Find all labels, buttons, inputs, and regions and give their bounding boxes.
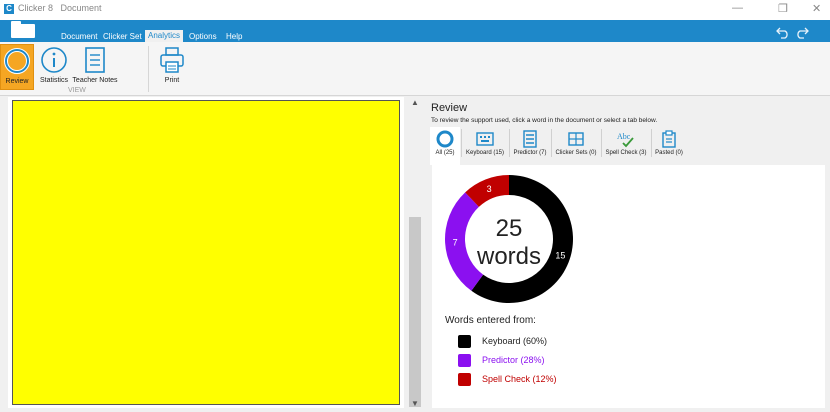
teacher-notes-button-label: Teacher Notes — [72, 77, 118, 84]
keyboard-icon — [475, 130, 495, 148]
review-tab-keyboard[interactable]: Keyboard (15) — [462, 127, 508, 165]
review-tab-spell-check-label: Spell Check (3) — [605, 150, 647, 156]
teacher-notes-button[interactable]: Teacher Notes — [72, 44, 118, 90]
review-tab-clicker-sets[interactable]: Clicker Sets (0) — [552, 127, 600, 165]
legend-swatch — [458, 335, 471, 348]
document-name: Document — [60, 3, 102, 13]
tab-help[interactable]: Help — [223, 31, 245, 42]
donut-icon — [435, 130, 455, 148]
review-title: Review — [431, 102, 468, 114]
review-description: To review the support used, click a word… — [431, 117, 658, 124]
spell-check-icon: Abc — [616, 130, 636, 148]
document-pane — [8, 97, 404, 408]
review-button-label: Review — [5, 78, 29, 85]
ribbon-tab-bar: Document Clicker Set Analytics Options H… — [0, 20, 830, 42]
review-content: 15 7 3 25 words Words entered from: Keyboa… — [432, 165, 825, 408]
printer-icon — [157, 45, 187, 75]
legend-label: Keyboard (60%) — [482, 336, 548, 346]
tab-document[interactable]: Document — [58, 31, 100, 42]
title-bar: C Clicker 8 Document — ❐ ✕ — [0, 0, 830, 20]
entered-from-label: Words entered from: — [445, 315, 536, 326]
undo-redo-icon[interactable] — [776, 23, 810, 39]
legend-label: Spell Check (12%) — [482, 374, 557, 384]
review-icon — [2, 46, 32, 76]
ribbon-separator — [148, 46, 149, 92]
undo-redo-group — [776, 23, 810, 42]
svg-text:Abc: Abc — [617, 132, 631, 141]
folder-icon — [11, 21, 35, 38]
app-name: Clicker 8 — [18, 3, 54, 13]
ribbon: Review Statistics Teacher Notes VIEW Pri… — [0, 42, 830, 96]
app-logo-icon: C — [4, 4, 14, 14]
statistics-button-label: Statistics — [39, 77, 68, 84]
review-tab-keyboard-label: Keyboard (15) — [465, 150, 505, 156]
close-icon[interactable]: ✕ — [812, 2, 821, 15]
legend-swatch — [458, 354, 471, 367]
restore-icon[interactable]: ❐ — [778, 2, 788, 15]
legend-label: Predictor (28%) — [482, 355, 545, 365]
review-tab-spell-check[interactable]: Abc Spell Check (3) — [602, 127, 650, 165]
total-words-unit: words — [476, 243, 541, 270]
review-button[interactable]: Review — [0, 44, 34, 90]
donut-segment-value: 3 — [487, 184, 492, 194]
review-tab-clicker-sets-label: Clicker Sets (0) — [555, 150, 597, 156]
review-tab-pasted[interactable]: Pasted (0) — [652, 127, 686, 165]
scroll-down-icon[interactable]: ▼ — [408, 398, 422, 410]
review-tab-predictor-label: Predictor (7) — [513, 150, 547, 156]
notes-icon — [80, 45, 110, 75]
donut-segment-value: 7 — [453, 237, 458, 247]
tab-analytics[interactable]: Analytics — [145, 30, 184, 42]
clicker-sets-icon — [566, 130, 586, 148]
window-title: Clicker 8 Document — [18, 3, 102, 13]
donut-segment-value: 15 — [555, 251, 565, 261]
view-group-label: VIEW — [68, 87, 86, 94]
document-page[interactable] — [12, 100, 400, 405]
file-menu-button[interactable] — [0, 20, 50, 42]
review-tab-pasted-label: Pasted (0) — [655, 150, 683, 156]
review-tab-all[interactable]: All (25) — [430, 127, 460, 165]
legend-swatch — [458, 373, 471, 386]
review-tab-predictor[interactable]: Predictor (7) — [510, 127, 550, 165]
tab-clicker-set[interactable]: Clicker Set — [100, 31, 145, 42]
info-icon — [39, 45, 69, 75]
print-button[interactable]: Print — [155, 44, 189, 90]
clipboard-icon — [659, 130, 679, 148]
tab-options[interactable]: Options — [186, 31, 220, 42]
print-button-label: Print — [164, 77, 180, 84]
document-scrollbar[interactable]: ▲ ▼ — [408, 97, 422, 412]
scroll-thumb[interactable] — [409, 217, 421, 407]
scroll-up-icon[interactable]: ▲ — [408, 97, 422, 109]
words-donut-chart: 15 7 3 25 words — [445, 175, 573, 303]
total-words-number: 25 — [496, 215, 523, 242]
predictor-icon — [520, 130, 540, 148]
review-tab-all-label: All (25) — [435, 150, 455, 156]
minimize-icon[interactable]: — — [732, 2, 743, 14]
statistics-button[interactable]: Statistics — [36, 44, 72, 90]
donut-segment-predictor[interactable] — [445, 192, 484, 291]
review-panel: Review To review the support used, click… — [424, 97, 830, 412]
